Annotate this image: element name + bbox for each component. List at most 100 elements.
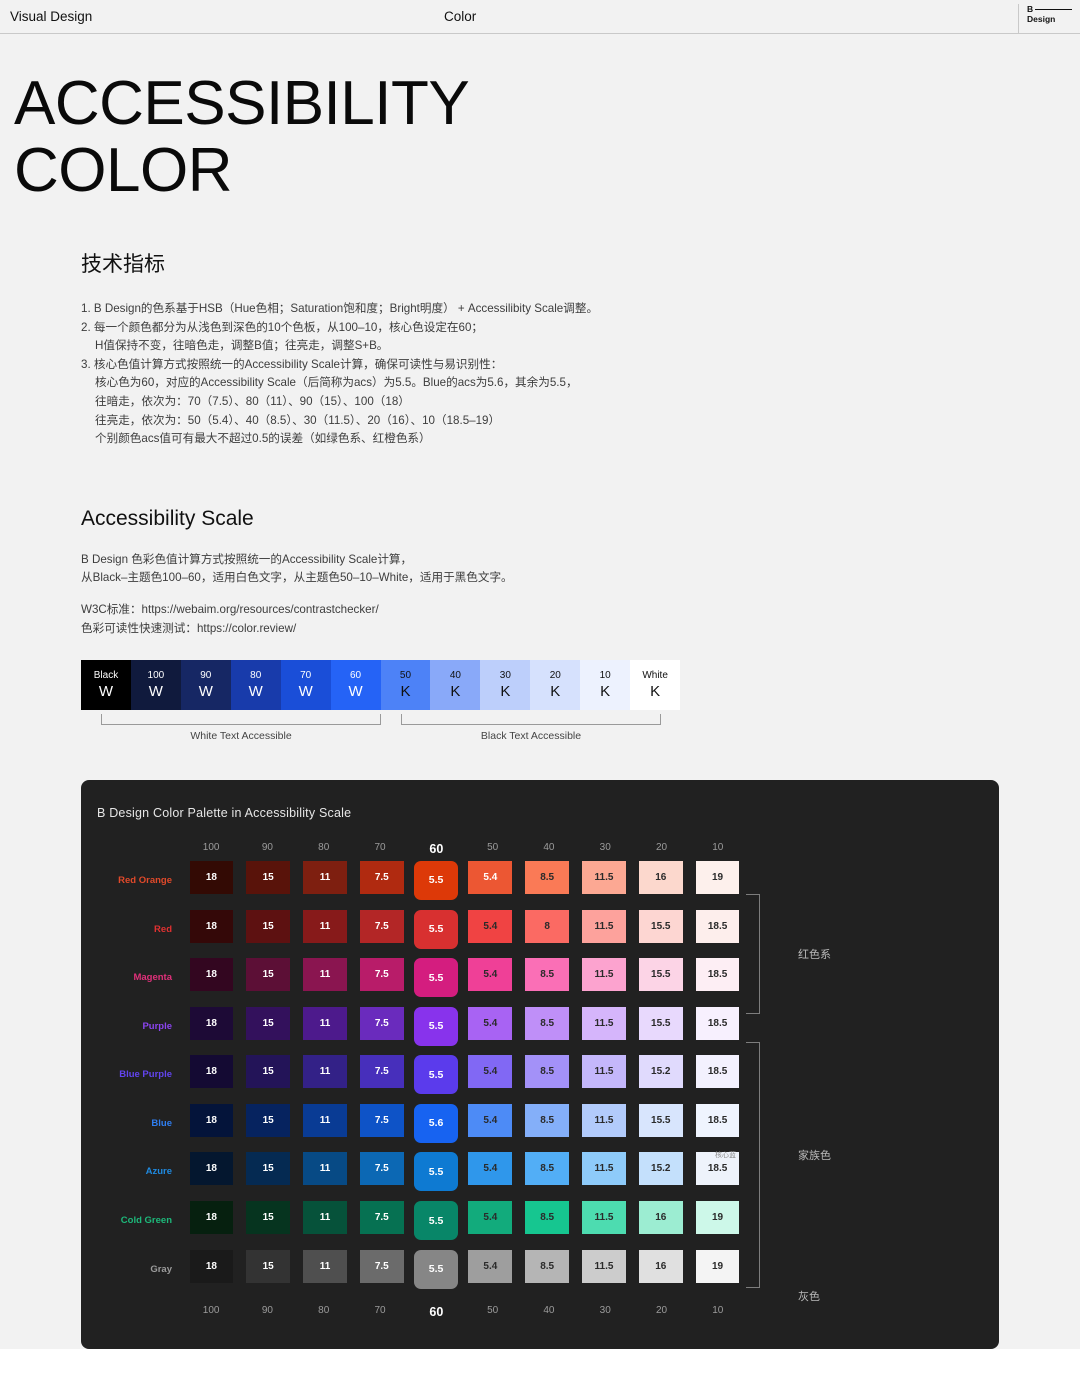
- scale-swatch[interactable]: Black W: [81, 660, 131, 711]
- palette-swatch[interactable]: 8.5: [525, 1055, 570, 1089]
- palette-swatch[interactable]: 11.5: [582, 1103, 626, 1137]
- palette-swatch[interactable]: 15.5: [638, 1006, 683, 1040]
- palette-swatch[interactable]: 11: [303, 1006, 347, 1040]
- palette-swatch[interactable]: 11.5: [582, 1249, 626, 1283]
- palette-swatch[interactable]: 18.5: [695, 909, 740, 943]
- palette-swatch[interactable]: 8.5: [525, 958, 570, 992]
- palette-swatch[interactable]: 7.5: [359, 1249, 404, 1283]
- palette-swatch[interactable]: 8.5: [525, 860, 570, 894]
- palette-swatch[interactable]: 15: [246, 1152, 291, 1186]
- palette-swatch[interactable]: 11.5: [582, 1006, 626, 1040]
- palette-swatch[interactable]: 15: [246, 860, 291, 894]
- palette-swatch[interactable]: 18: [189, 1201, 234, 1235]
- palette-swatch[interactable]: 5.4: [468, 909, 513, 943]
- scale-swatch[interactable]: 40 K: [430, 660, 481, 711]
- palette-swatch[interactable]: 11: [303, 860, 347, 894]
- palette-swatch[interactable]: 11.5: [582, 958, 626, 992]
- scale-swatch[interactable]: 100 W: [130, 660, 181, 711]
- breadcrumb-visual-design[interactable]: Visual Design: [10, 9, 92, 24]
- palette-swatch[interactable]: 11.5: [582, 1152, 626, 1186]
- palette-swatch[interactable]: 18: [189, 1055, 234, 1089]
- palette-swatch[interactable]: 11: [303, 958, 347, 992]
- palette-swatch[interactable]: 8.5: [525, 1152, 570, 1186]
- palette-swatch[interactable]: 16: [638, 1201, 683, 1235]
- palette-swatch[interactable]: 5.5: [414, 958, 458, 998]
- palette-swatch[interactable]: 11.5: [582, 1055, 626, 1089]
- palette-swatch[interactable]: 8.5: [525, 1249, 570, 1283]
- palette-swatch[interactable]: 16: [638, 860, 683, 894]
- scale-swatch[interactable]: 70 W: [280, 660, 331, 711]
- palette-swatch[interactable]: 15: [246, 1006, 291, 1040]
- palette-swatch[interactable]: 5.5: [414, 1249, 458, 1289]
- palette-swatch[interactable]: 15: [246, 909, 291, 943]
- palette-swatch[interactable]: 15.5: [638, 1103, 683, 1137]
- palette-swatch[interactable]: 5.4: [468, 1201, 513, 1235]
- palette-swatch[interactable]: 11: [303, 1055, 347, 1089]
- palette-swatch[interactable]: 15: [246, 1201, 291, 1235]
- palette-swatch[interactable]: 7.5: [359, 1006, 404, 1040]
- palette-swatch[interactable]: 15: [246, 1103, 291, 1137]
- palette-swatch[interactable]: 18: [189, 860, 234, 894]
- palette-swatch[interactable]: 18.5: [695, 1103, 740, 1137]
- scale-swatch[interactable]: 50 K: [380, 660, 431, 711]
- palette-swatch[interactable]: 11.5: [582, 860, 626, 894]
- palette-swatch[interactable]: 5.4: [468, 1152, 513, 1186]
- palette-swatch[interactable]: 7.5: [359, 909, 404, 943]
- scale-swatch[interactable]: 60 W: [330, 660, 381, 711]
- palette-swatch[interactable]: 11: [303, 1103, 347, 1137]
- palette-swatch[interactable]: 15.5: [638, 958, 683, 992]
- palette-swatch[interactable]: 11.5: [582, 909, 626, 943]
- palette-swatch[interactable]: 8: [525, 909, 570, 943]
- palette-swatch[interactable]: 5.6: [414, 1103, 458, 1143]
- palette-swatch[interactable]: 19: [695, 860, 740, 894]
- palette-swatch[interactable]: 5.5: [414, 1201, 458, 1241]
- palette-swatch[interactable]: 8.5: [525, 1201, 570, 1235]
- palette-swatch[interactable]: 5.4: [468, 1055, 513, 1089]
- palette-swatch[interactable]: 11: [303, 1249, 347, 1283]
- palette-swatch[interactable]: 11: [303, 909, 347, 943]
- palette-swatch[interactable]: 5.5: [414, 1006, 458, 1046]
- palette-swatch[interactable]: 8.5: [525, 1103, 570, 1137]
- palette-swatch[interactable]: 18.5: [695, 1055, 740, 1089]
- palette-swatch[interactable]: 19: [695, 1201, 740, 1235]
- palette-swatch[interactable]: 8.5: [525, 1006, 570, 1040]
- palette-swatch[interactable]: 5.5: [414, 1055, 458, 1095]
- palette-swatch[interactable]: 7.5: [359, 1055, 404, 1089]
- breadcrumb-color[interactable]: Color: [444, 9, 476, 24]
- palette-swatch[interactable]: 11.5: [582, 1201, 626, 1235]
- scale-swatch[interactable]: 10 K: [580, 660, 631, 711]
- palette-swatch[interactable]: 15: [246, 958, 291, 992]
- palette-swatch[interactable]: 15: [246, 1055, 291, 1089]
- palette-swatch[interactable]: 15.5: [638, 909, 683, 943]
- scale-swatch[interactable]: 80 W: [230, 660, 281, 711]
- scale-swatch[interactable]: 30 K: [480, 660, 531, 711]
- scale-swatch[interactable]: 90 W: [180, 660, 231, 711]
- palette-swatch[interactable]: 18: [189, 958, 234, 992]
- palette-swatch[interactable]: 7.5: [359, 860, 404, 894]
- palette-swatch[interactable]: 18: [189, 1249, 234, 1283]
- palette-swatch[interactable]: 7.5: [359, 1152, 404, 1186]
- palette-swatch[interactable]: 18: [189, 1006, 234, 1040]
- palette-swatch[interactable]: 18.5: [695, 1006, 740, 1040]
- palette-swatch[interactable]: 5.4: [468, 1103, 513, 1137]
- palette-swatch[interactable]: 5.4: [468, 860, 513, 894]
- palette-swatch[interactable]: 7.5: [359, 958, 404, 992]
- as-w3c-link[interactable]: W3C标准：https://webaim.org/resources/contr…: [81, 601, 1080, 620]
- palette-swatch[interactable]: 15.2: [638, 1152, 683, 1186]
- palette-swatch[interactable]: 19: [695, 1249, 740, 1283]
- palette-swatch[interactable]: 15: [246, 1249, 291, 1283]
- brand-logo[interactable]: B Design: [1018, 4, 1072, 34]
- palette-swatch[interactable]: 5.5: [414, 1152, 458, 1192]
- palette-swatch[interactable]: 5.5: [414, 909, 458, 949]
- palette-swatch[interactable]: 15.2: [638, 1055, 683, 1089]
- palette-swatch[interactable]: 18: [189, 1103, 234, 1137]
- scale-swatch[interactable]: 20 K: [530, 660, 581, 711]
- scale-swatch[interactable]: White K: [630, 660, 681, 711]
- palette-swatch[interactable]: 5.4: [468, 1249, 513, 1283]
- palette-swatch[interactable]: 18.5: [695, 958, 740, 992]
- palette-swatch[interactable]: 18: [189, 909, 234, 943]
- palette-swatch[interactable]: 11: [303, 1152, 347, 1186]
- palette-swatch[interactable]: 7.5: [359, 1201, 404, 1235]
- palette-swatch[interactable]: 5.5: [414, 860, 458, 900]
- palette-swatch[interactable]: 16: [638, 1249, 683, 1283]
